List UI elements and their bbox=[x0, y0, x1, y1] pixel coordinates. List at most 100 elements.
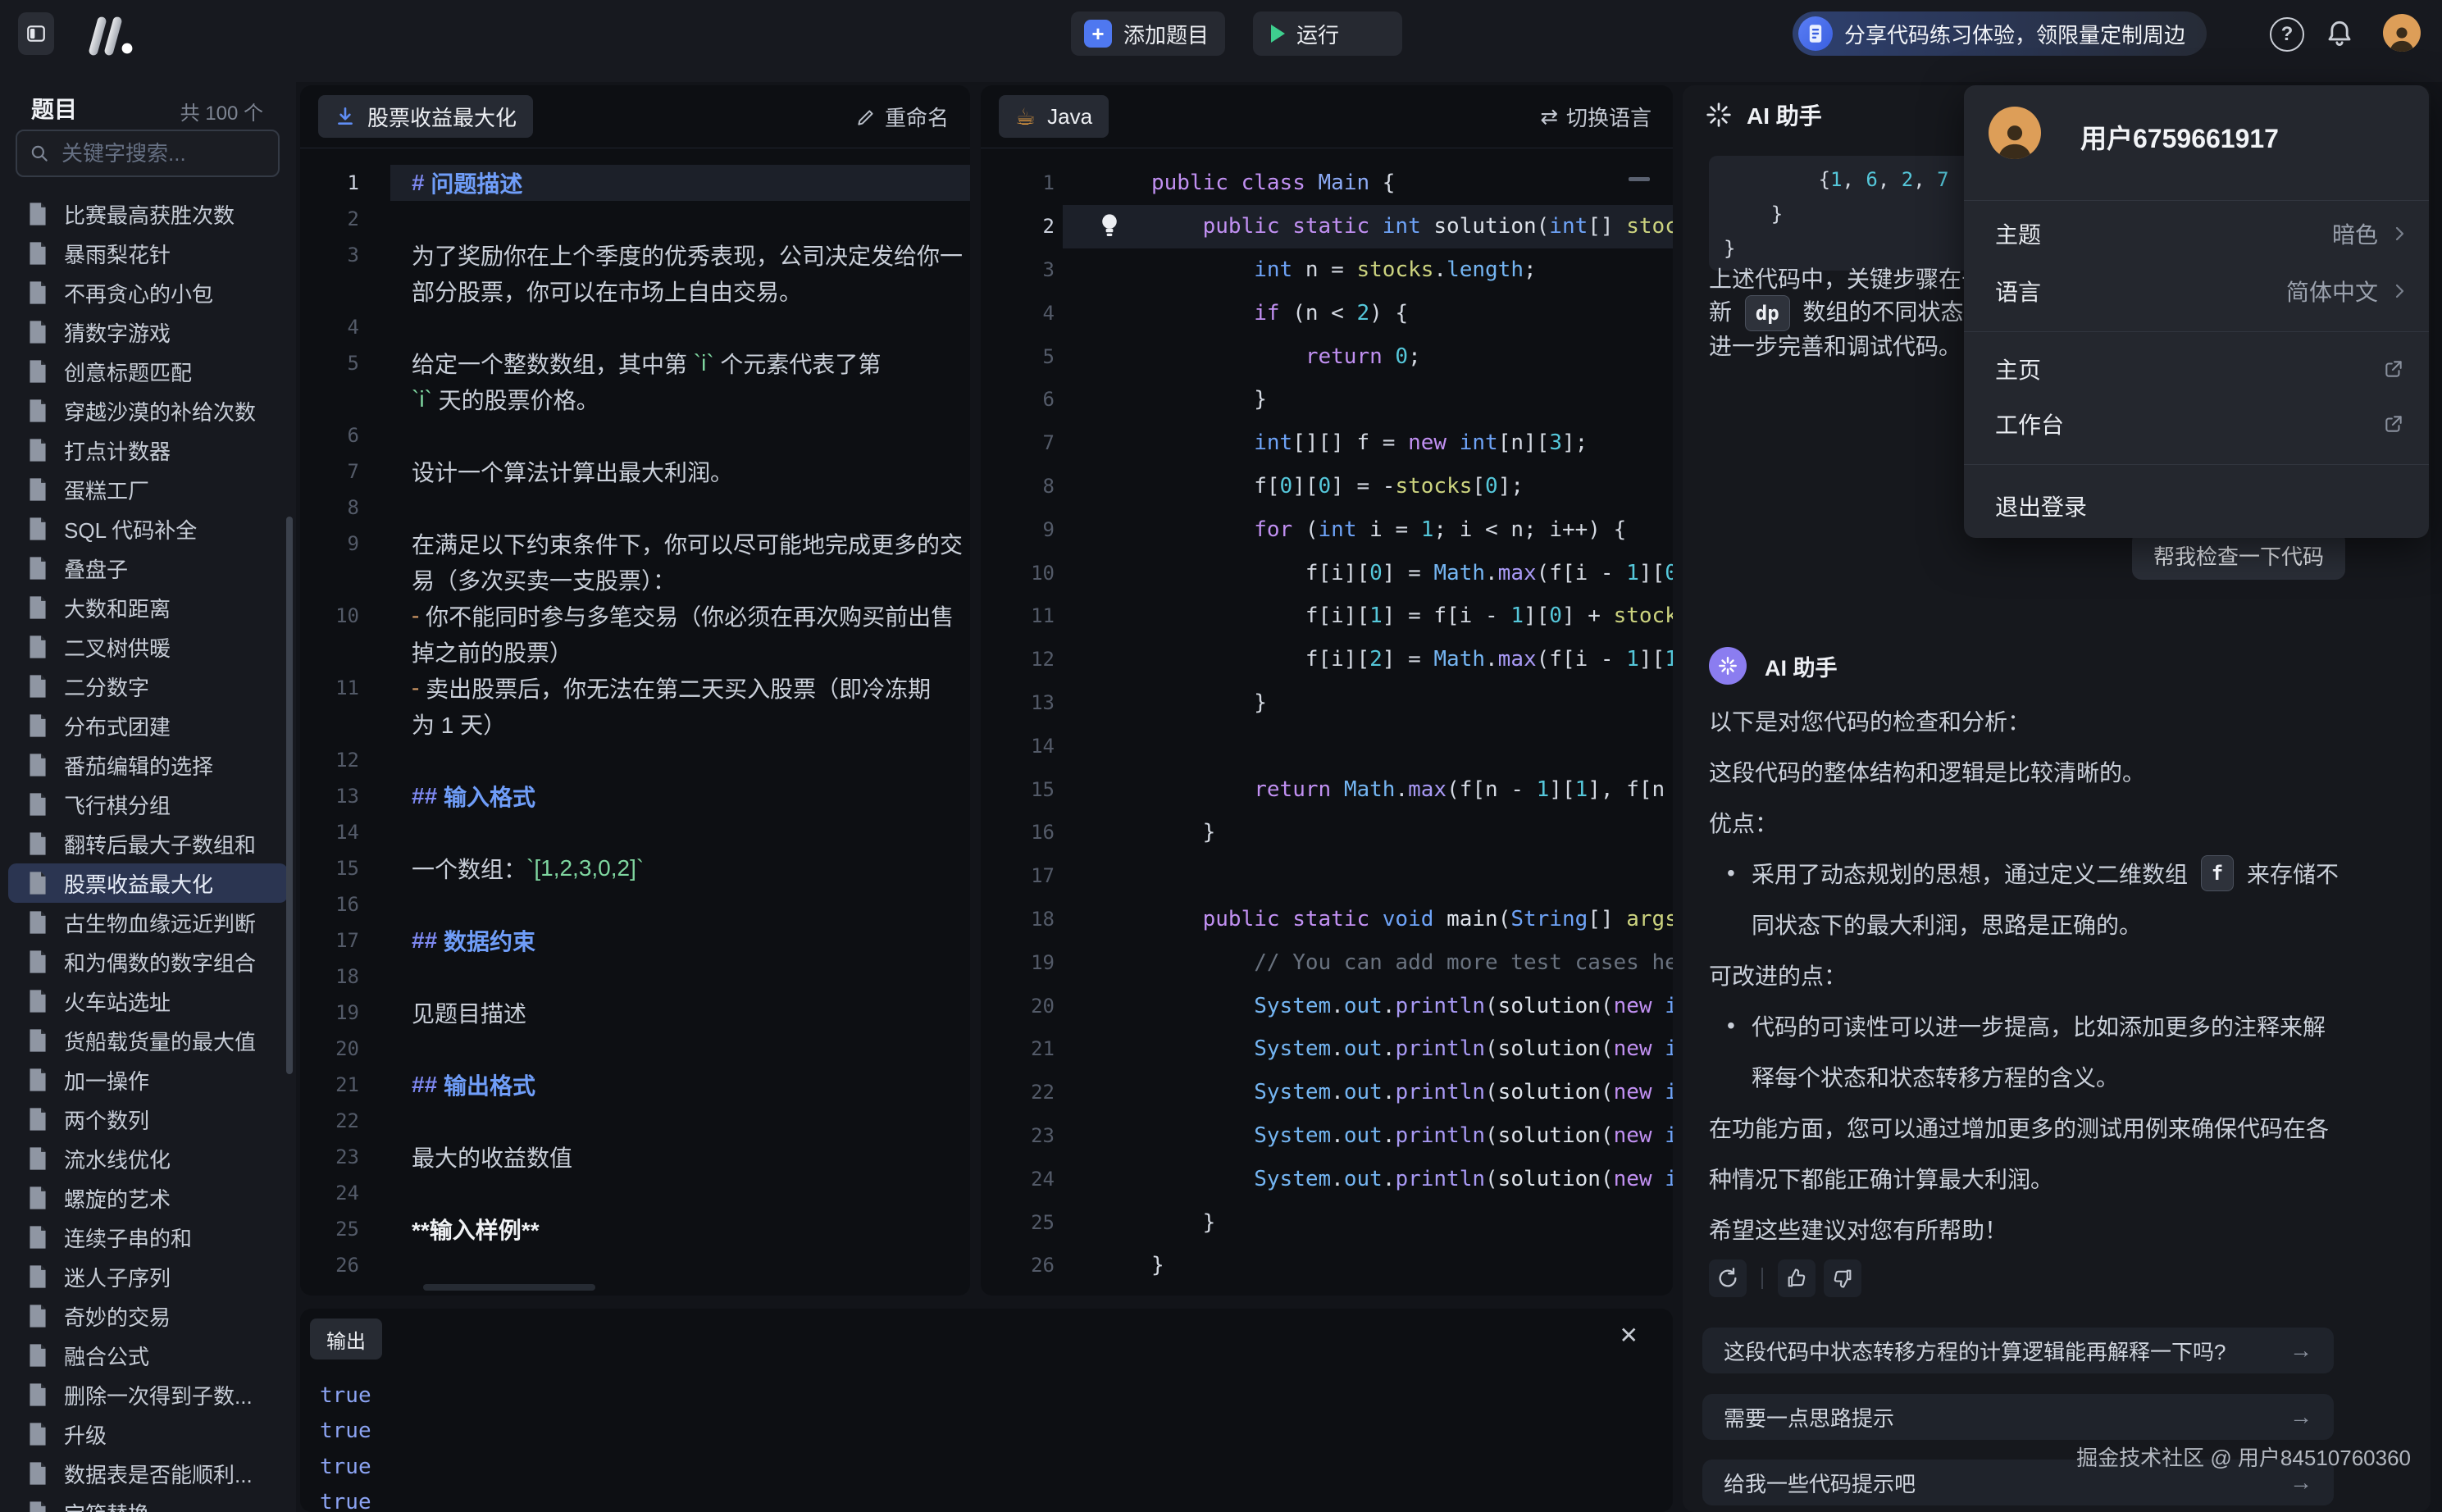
home-menu-item[interactable]: 主页 bbox=[1964, 344, 2429, 394]
text-token: args bbox=[1626, 907, 1673, 931]
thumbs-down-button[interactable] bbox=[1824, 1259, 1861, 1297]
line-number: 10 bbox=[300, 604, 359, 627]
sidebar-item[interactable]: 奇妙的交易 bbox=[0, 1296, 296, 1336]
sidebar-item[interactable]: 迷人子序列 bbox=[0, 1257, 296, 1296]
sidebar-item[interactable]: 货船载货量的最大值 bbox=[0, 1021, 296, 1060]
line-content: 为了奖励你在上个季度的优秀表现，公司决定发给你一 bbox=[390, 237, 970, 273]
text-token: 部分股票，你可以在市场上自由交易。 bbox=[412, 275, 802, 307]
add-question-button[interactable]: + 添加题目 bbox=[1071, 11, 1225, 56]
sidebar-item[interactable]: 删除一次得到子数... bbox=[0, 1375, 296, 1414]
sidebar-item[interactable]: 飞行棋分组 bbox=[0, 785, 296, 824]
sidebar-item-label: 升级 bbox=[64, 1419, 107, 1450]
workbench-menu-item[interactable]: 工作台 bbox=[1964, 398, 2429, 449]
text-token: new bbox=[1614, 1036, 1652, 1061]
problem-editor[interactable]: 1# 问题描述23为了奖励你在上个季度的优秀表现，公司决定发给你一部分股票，你可… bbox=[300, 148, 970, 1296]
sidebar-item[interactable]: 数据表是否能顺利... bbox=[0, 1454, 296, 1493]
problem-line: 易（多次买卖一支股票）： bbox=[300, 562, 970, 598]
search-box[interactable] bbox=[16, 130, 280, 177]
line-number: 17 bbox=[300, 929, 359, 952]
text-token: . bbox=[1331, 1167, 1344, 1191]
problem-horizontal-scrollbar[interactable] bbox=[423, 1284, 595, 1291]
text-token bbox=[1151, 1080, 1254, 1104]
suggestion-chip[interactable]: 这段代码中状态转移方程的计算逻辑能再解释一下吗?→ bbox=[1702, 1328, 2334, 1373]
line-number: 21 bbox=[300, 1073, 359, 1096]
language-menu-item[interactable]: 语言 简体中文 bbox=[1964, 266, 2429, 317]
text-token: ] + bbox=[1562, 603, 1614, 628]
sidebar-item[interactable]: 古生物血缘远近判断 bbox=[0, 903, 296, 942]
rename-button[interactable]: 重命名 bbox=[855, 102, 949, 132]
text-token bbox=[1151, 344, 1305, 369]
close-icon[interactable]: ✕ bbox=[1620, 1322, 1638, 1349]
language-tab[interactable]: ☕ Java bbox=[999, 95, 1109, 138]
promo-banner[interactable]: 分享代码练习体验，领限量定制周边 bbox=[1793, 11, 2207, 56]
sidebar-item[interactable]: 火车站选址 bbox=[0, 981, 296, 1021]
problem-line: 25**输入样例** bbox=[300, 1211, 970, 1247]
problem-line: 6 bbox=[300, 417, 970, 453]
problem-tab[interactable]: 股票收益最大化 bbox=[318, 95, 533, 138]
regenerate-button[interactable] bbox=[1709, 1259, 1747, 1297]
text-token: } bbox=[1151, 1210, 1215, 1235]
line-content: int n = stocks.length; bbox=[1063, 248, 1673, 292]
document-icon bbox=[26, 1068, 49, 1092]
sidebar-item[interactable]: 和为偶数的数字组合 bbox=[0, 942, 296, 981]
notifications-button[interactable] bbox=[2324, 16, 2355, 49]
text-token bbox=[1151, 430, 1254, 455]
sidebar-item[interactable]: 加一操作 bbox=[0, 1060, 296, 1100]
problem-line: 17## 数据约束 bbox=[300, 922, 970, 959]
line-number: 2 bbox=[981, 215, 1055, 238]
sidebar-item[interactable]: 二叉树供暖 bbox=[0, 627, 296, 667]
suggestion-chip-label: 给我一些代码提示吧 bbox=[1724, 1468, 1916, 1498]
help-button[interactable]: ? bbox=[2270, 17, 2304, 52]
sidebar-item[interactable]: 不再贪心的小包 bbox=[0, 273, 296, 312]
problem-line: 21 ## 输出格式 bbox=[300, 1067, 970, 1103]
sidebar-item[interactable]: 大数和距离 bbox=[0, 588, 296, 627]
problem-line: 12 bbox=[300, 742, 970, 778]
suggestion-chip[interactable]: 需要一点思路提示→ bbox=[1702, 1394, 2334, 1440]
sidebar-item-label: 暴雨梨花针 bbox=[64, 239, 171, 269]
sidebar-item[interactable]: 打点计数器 bbox=[0, 430, 296, 470]
sidebar-item[interactable]: 猜数字游戏 bbox=[0, 312, 296, 352]
sidebar-item[interactable]: 穿越沙漠的补给次数 bbox=[0, 391, 296, 430]
sidebar-item[interactable]: 流水线优化 bbox=[0, 1139, 296, 1178]
marscode-logo-icon[interactable] bbox=[84, 16, 138, 56]
problem-panel-header: 股票收益最大化 重命名 bbox=[300, 85, 970, 148]
sidebar-item[interactable]: 宝箱替换 bbox=[0, 1493, 296, 1512]
sidebar-item[interactable]: SQL 代码补全 bbox=[0, 509, 296, 549]
problem-line: 20 bbox=[300, 1031, 970, 1067]
sidebar-item[interactable]: 二分数字 bbox=[0, 667, 296, 706]
run-button[interactable]: 运行 bbox=[1253, 11, 1402, 56]
sidebar-item[interactable]: 两个数列 bbox=[0, 1100, 296, 1139]
sidebar-scrollbar[interactable] bbox=[286, 517, 293, 1074]
sidebar-item[interactable]: 连续子串的和 bbox=[0, 1218, 296, 1257]
logout-menu-item[interactable]: 退出登录 bbox=[1964, 480, 2429, 531]
code-editor[interactable]: 1public class Main {2 public static int … bbox=[981, 148, 1673, 1296]
line-content: System.out.println(solution(new int[ bbox=[1063, 1157, 1673, 1200]
sidebar-item[interactable]: 融合公式 bbox=[0, 1336, 296, 1375]
line-content: ## 输出格式 bbox=[390, 1067, 970, 1103]
sidebar-item[interactable]: 比赛最高获胜次数 bbox=[0, 194, 296, 234]
text-token: new bbox=[1614, 1167, 1652, 1191]
divider bbox=[1761, 1268, 1763, 1289]
sidebar-item[interactable]: 升级 bbox=[0, 1414, 296, 1454]
theme-menu-item[interactable]: 主题 暗色 bbox=[1964, 208, 2429, 259]
sidebar-item[interactable]: 螺旋的艺术 bbox=[0, 1178, 296, 1218]
document-icon bbox=[26, 792, 49, 817]
lightbulb-icon[interactable] bbox=[1097, 211, 1122, 242]
sidebar-item[interactable]: 叠盘子 bbox=[0, 549, 296, 588]
sidebar-item[interactable]: 番茄编辑的选择 bbox=[0, 745, 296, 785]
sidebar-item[interactable]: 股票收益最大化 bbox=[8, 863, 288, 903]
sidebar-item[interactable]: 蛋糕工厂 bbox=[0, 470, 296, 509]
output-tab[interactable]: 输出 bbox=[310, 1318, 382, 1359]
text-token: static bbox=[1292, 907, 1369, 931]
sidebar-item[interactable]: 翻转后最大子数组和 bbox=[0, 824, 296, 863]
user-avatar[interactable] bbox=[2383, 14, 2421, 52]
search-input[interactable] bbox=[60, 140, 267, 167]
thumbs-up-button[interactable] bbox=[1778, 1259, 1816, 1297]
sidebar-item[interactable]: 分布式团建 bbox=[0, 706, 296, 745]
switch-language-button[interactable]: ⇄ 切换语言 bbox=[1540, 102, 1652, 132]
problem-line: 22 bbox=[300, 1103, 970, 1139]
sidebar-item[interactable]: 暴雨梨花针 bbox=[0, 234, 296, 273]
text-token: ( bbox=[1485, 1080, 1498, 1104]
sidebar-toggle-button[interactable] bbox=[18, 12, 54, 55]
sidebar-item[interactable]: 创意标题匹配 bbox=[0, 352, 296, 391]
